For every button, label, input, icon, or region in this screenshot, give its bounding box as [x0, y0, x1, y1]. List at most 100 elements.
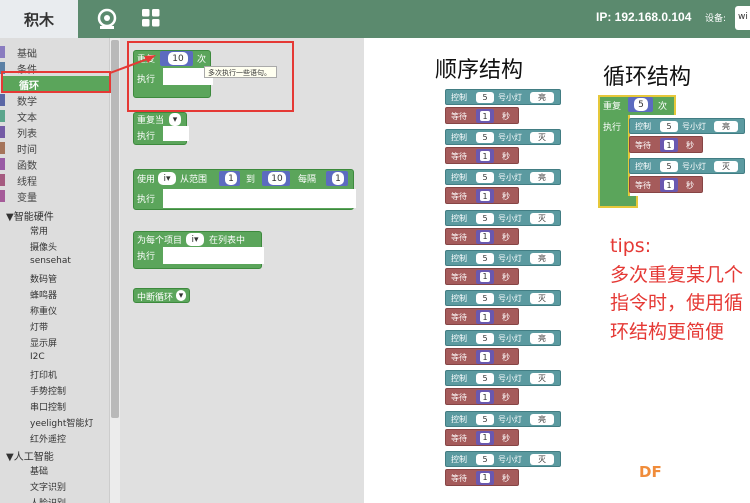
device-select[interactable]: wi: [735, 6, 750, 30]
lamp-state-dropdown[interactable]: 灭: [714, 161, 738, 172]
lamp-state-dropdown[interactable]: 亮: [530, 172, 554, 184]
lamp-number-dropdown[interactable]: 5: [476, 92, 494, 103]
sidebar-category[interactable]: 基础: [0, 44, 37, 60]
lamp-control-block[interactable]: 控制 5 号小灯灭: [445, 129, 561, 146]
lamp-control-block[interactable]: 控制 5 号小灯亮: [445, 249, 561, 266]
wait-seconds-input[interactable]: 1: [480, 271, 490, 282]
for-step-input[interactable]: 1: [332, 172, 344, 185]
wait-seconds-input[interactable]: 1: [480, 151, 490, 162]
lamp-state-dropdown[interactable]: 灭: [530, 293, 554, 304]
wait-block[interactable]: 等待 1 秒: [445, 308, 519, 325]
wait-block[interactable]: 等待 1 秒: [629, 176, 703, 193]
lamp-state-dropdown[interactable]: 亮: [714, 121, 738, 132]
sidebar-item[interactable]: 红外遥控: [30, 432, 66, 445]
camera-icon[interactable]: [96, 8, 118, 30]
wait-seconds-input[interactable]: 1: [664, 140, 674, 150]
sidebar-category[interactable]: 变量: [0, 188, 37, 204]
lamp-state-dropdown[interactable]: 灭: [530, 373, 554, 385]
sidebar-item[interactable]: 灯带: [30, 320, 48, 333]
tab-blocks[interactable]: 积木: [0, 0, 78, 38]
wait-block[interactable]: 等待 1 秒: [445, 468, 519, 486]
wait-seconds-input[interactable]: 1: [480, 231, 490, 242]
lamp-state-dropdown[interactable]: 灭: [530, 132, 554, 144]
sidebar-category[interactable]: 线程: [0, 172, 37, 188]
sidebar-item[interactable]: I2C: [30, 352, 45, 362]
sidebar-item[interactable]: yeelight智能灯: [30, 416, 93, 429]
repeat-while-dropdown[interactable]: ▾: [169, 113, 181, 126]
group-smart-hardware[interactable]: ▼智能硬件: [6, 208, 54, 223]
lamp-control-block[interactable]: 控制 5 号小灯亮: [445, 169, 561, 186]
wait-block[interactable]: 等待 1 秒: [445, 267, 519, 285]
lamp-control-block[interactable]: 控制 5 号小灯灭: [629, 158, 745, 174]
for-end-input[interactable]: 10: [268, 172, 286, 185]
lamp-control-block[interactable]: 控制 5 号小灯亮: [445, 330, 561, 347]
grid-icon[interactable]: [142, 9, 160, 27]
sidebar-item[interactable]: 蜂鸣器: [30, 288, 57, 301]
lamp-number-dropdown[interactable]: 5: [476, 453, 494, 465]
lamp-control-block[interactable]: 控制 5 号小灯灭: [445, 290, 561, 306]
for-start-input[interactable]: 1: [225, 172, 237, 185]
lamp-number-dropdown[interactable]: 5: [476, 212, 494, 224]
sidebar-category[interactable]: 列表: [0, 124, 37, 140]
sidebar-category[interactable]: 循环: [2, 76, 109, 92]
sidebar-item[interactable]: 基础: [30, 464, 48, 477]
break-dropdown[interactable]: ▾: [176, 290, 186, 301]
sidebar-category[interactable]: 函数: [0, 156, 37, 172]
wait-block[interactable]: 等待 1 秒: [629, 136, 703, 153]
lamp-control-block[interactable]: 控制 5 号小灯亮: [445, 410, 561, 427]
for-var-dropdown[interactable]: i ▾: [158, 172, 176, 185]
wait-block[interactable]: 等待 1 秒: [445, 147, 519, 165]
wait-seconds-input[interactable]: 1: [480, 432, 490, 443]
wait-block[interactable]: 等待 1 秒: [445, 227, 519, 245]
lamp-state-dropdown[interactable]: 亮: [530, 333, 554, 345]
wait-block[interactable]: 等待 1 秒: [445, 107, 519, 124]
wait-seconds-input[interactable]: 1: [480, 392, 490, 403]
lamp-number-dropdown[interactable]: 5: [476, 172, 494, 184]
sidebar-item[interactable]: 文字识别: [30, 480, 66, 493]
lamp-state-dropdown[interactable]: 亮: [530, 92, 554, 103]
lamp-number-dropdown[interactable]: 5: [476, 132, 494, 144]
lamp-control-block[interactable]: 控制 5 号小灯灭: [445, 450, 561, 467]
wait-block[interactable]: 等待 1 秒: [445, 187, 519, 205]
wait-seconds-input[interactable]: 1: [664, 180, 674, 190]
sidebar-item[interactable]: 串口控制: [30, 400, 66, 413]
lamp-number-dropdown[interactable]: 5: [476, 413, 494, 425]
wait-seconds-input[interactable]: 1: [480, 352, 490, 363]
lamp-state-dropdown[interactable]: 亮: [530, 252, 554, 264]
loop-times-input[interactable]: 5: [634, 98, 648, 111]
sidebar-category[interactable]: 条件: [0, 60, 37, 76]
lamp-control-block[interactable]: 控制 5 号小灯灭: [445, 209, 561, 226]
wait-seconds-input[interactable]: 1: [480, 312, 490, 322]
lamp-state-dropdown[interactable]: 亮: [530, 413, 554, 425]
wait-seconds-input[interactable]: 1: [480, 111, 490, 121]
lamp-state-dropdown[interactable]: 灭: [530, 453, 554, 465]
sidebar-item[interactable]: sensehat: [30, 256, 71, 266]
lamp-number-dropdown[interactable]: 5: [476, 373, 494, 385]
sidebar-item[interactable]: 人脸识别: [30, 496, 66, 503]
lamp-number-dropdown[interactable]: 5: [476, 333, 494, 345]
wait-block[interactable]: 等待 1 秒: [445, 348, 519, 366]
sidebar-item[interactable]: 数码管: [30, 272, 57, 285]
lamp-state-dropdown[interactable]: 灭: [530, 212, 554, 224]
group-ai[interactable]: ▼人工智能: [6, 448, 54, 463]
sidebar-item[interactable]: 显示屏: [30, 336, 57, 349]
wait-block[interactable]: 等待 1 秒: [445, 428, 519, 446]
lamp-control-block[interactable]: 控制 5 号小灯亮: [445, 89, 561, 105]
for-each-var-dropdown[interactable]: i ▾: [186, 233, 204, 246]
sidebar-item[interactable]: 常用: [30, 224, 48, 237]
lamp-control-block[interactable]: 控制 5 号小灯亮: [629, 118, 745, 134]
sidebar-scrollbar-thumb[interactable]: [111, 40, 119, 418]
sidebar-item[interactable]: 打印机: [30, 368, 57, 381]
wait-seconds-input[interactable]: 1: [480, 472, 490, 483]
wait-block[interactable]: 等待 1 秒: [445, 388, 519, 406]
lamp-number-dropdown[interactable]: 5: [476, 252, 494, 264]
lamp-number-dropdown[interactable]: 5: [660, 161, 678, 172]
sidebar-item[interactable]: 摄像头: [30, 240, 57, 253]
sidebar-item[interactable]: 手势控制: [30, 384, 66, 397]
sidebar-category[interactable]: 文本: [0, 108, 37, 124]
lamp-number-dropdown[interactable]: 5: [660, 121, 678, 132]
wait-seconds-input[interactable]: 1: [480, 191, 490, 202]
lamp-number-dropdown[interactable]: 5: [476, 293, 494, 304]
sidebar-category[interactable]: 时间: [0, 140, 37, 156]
sidebar-category[interactable]: 数学: [0, 92, 37, 108]
